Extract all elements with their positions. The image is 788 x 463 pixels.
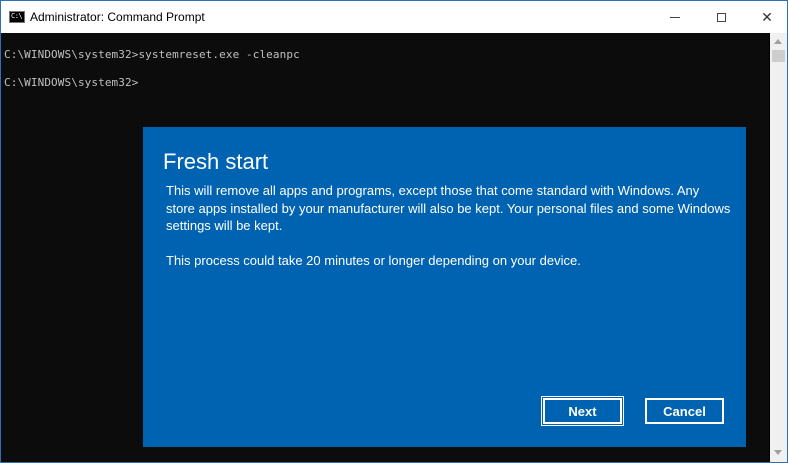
command-prompt-icon: C:\: [9, 11, 25, 23]
dialog-description: This will remove all apps and programs, …: [166, 183, 731, 233]
command-prompt-icon-label: C:\: [11, 12, 23, 20]
maximize-icon: [716, 12, 726, 22]
minimize-icon: [670, 16, 680, 18]
dialog-body: This will remove all apps and programs, …: [166, 182, 731, 286]
scroll-thumb[interactable]: [772, 50, 785, 62]
console-line-prompt: C:\WINDOWS\system32>: [4, 76, 139, 89]
scroll-up-arrow-icon[interactable]: [774, 39, 782, 44]
next-button[interactable]: Next: [541, 396, 624, 426]
close-icon: ✕: [761, 8, 773, 25]
scroll-down-arrow-icon[interactable]: [774, 450, 782, 455]
console-line-command: C:\WINDOWS\system32>systemreset.exe -cle…: [4, 48, 300, 61]
cancel-button[interactable]: Cancel: [645, 398, 724, 424]
fresh-start-dialog: Fresh start This will remove all apps an…: [143, 127, 746, 447]
maximize-button[interactable]: [698, 1, 744, 33]
vertical-scrollbar[interactable]: [770, 33, 787, 462]
title-bar[interactable]: C:\ Administrator: Command Prompt ✕: [1, 1, 787, 33]
command-prompt-window: C:\ Administrator: Command Prompt ✕ C:\W…: [0, 0, 788, 463]
dialog-title: Fresh start: [163, 149, 269, 174]
window-title: Administrator: Command Prompt: [30, 10, 205, 24]
close-button[interactable]: ✕: [744, 1, 787, 33]
dialog-duration-note: This process could take 20 minutes or lo…: [166, 252, 581, 268]
minimize-button[interactable]: [652, 1, 698, 33]
